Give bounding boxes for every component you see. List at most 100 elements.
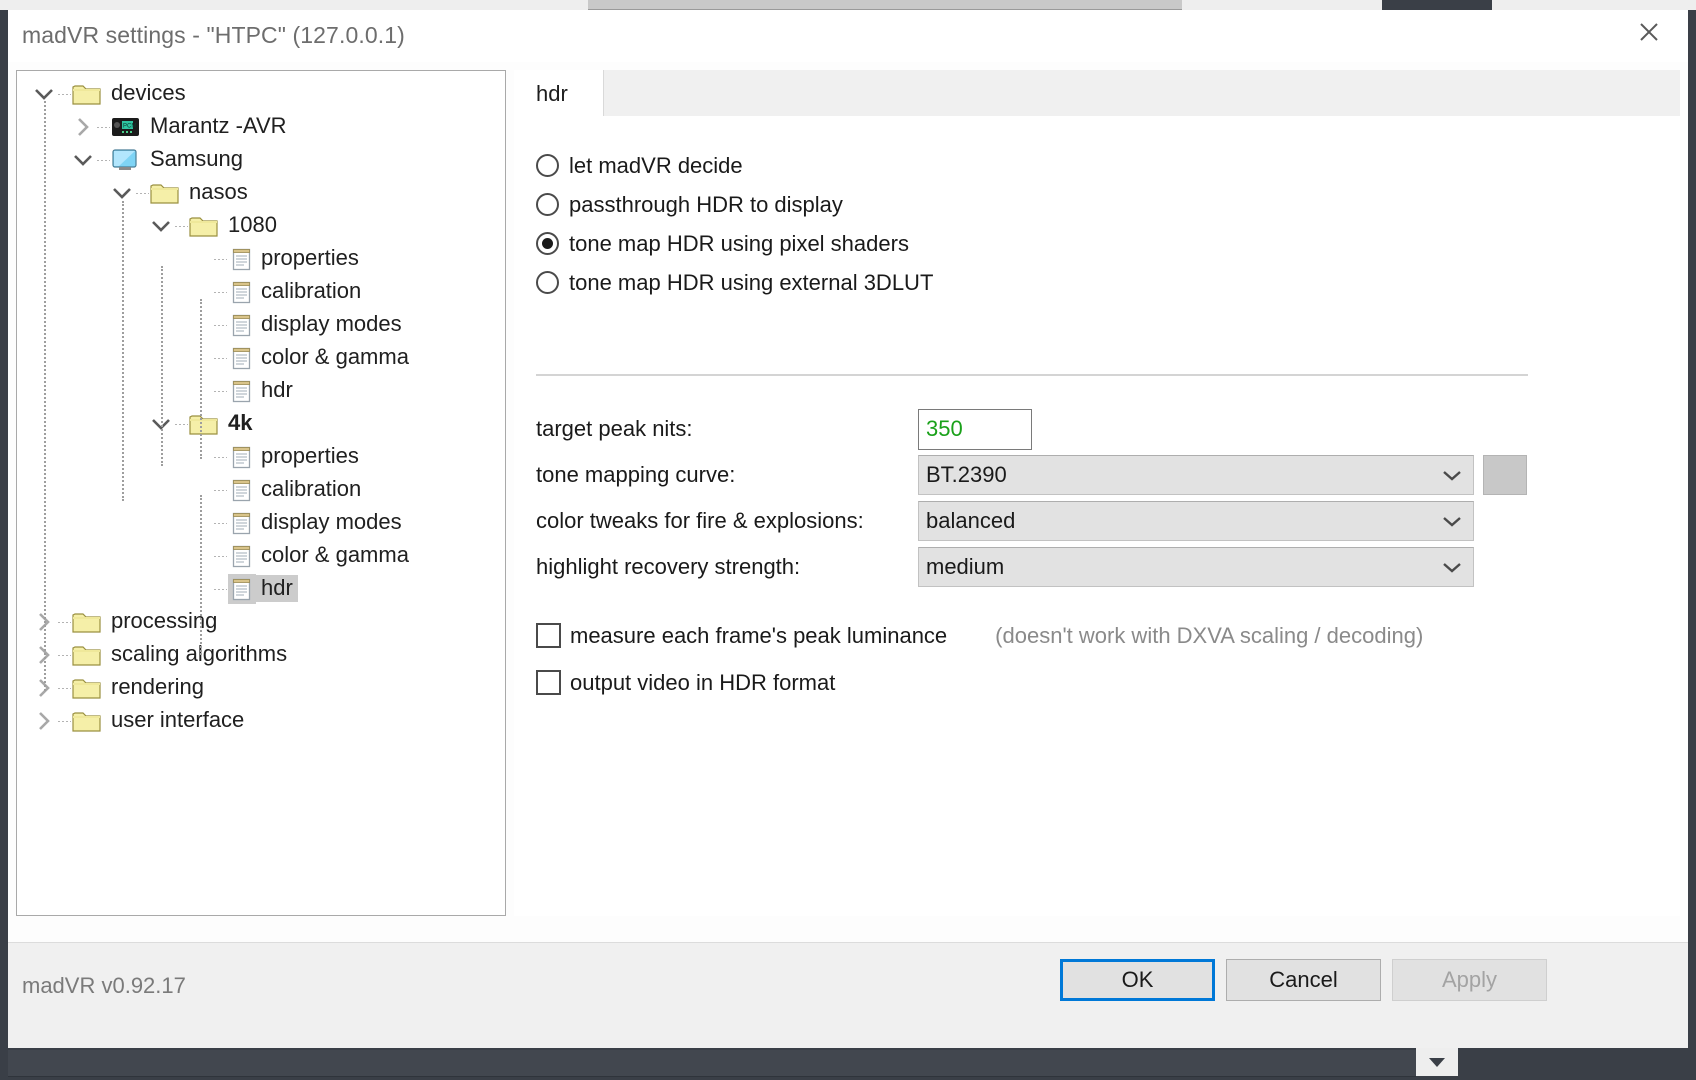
tree-item-processing[interactable]: processing (17, 605, 505, 638)
checkbox-row-0[interactable]: measure each frame's peak luminance (does… (536, 612, 1423, 659)
tree-item-color-gamma[interactable]: color & gamma (17, 539, 505, 572)
tree-item-hdr[interactable]: hdr (17, 374, 505, 407)
tv-display-icon (111, 147, 141, 173)
folder-icon (189, 214, 219, 238)
folder-icon (72, 610, 102, 634)
tree-connector-dots (57, 93, 71, 95)
tree-item-label: user interface (106, 707, 249, 734)
tree-connector-dots (57, 720, 71, 722)
hdr-form: target peak nits: 350 tone mapping curve… (536, 406, 1546, 590)
tree-connector-dots (213, 456, 227, 458)
tree-item-4k[interactable]: 4k (17, 407, 505, 440)
svg-text:PCM: PCM (123, 123, 136, 129)
checkbox-row-1[interactable]: output video in HDR format (536, 659, 1423, 706)
tone-mapping-curve-select[interactable]: BT.2390 (918, 455, 1474, 495)
tree-item-label: calibration (256, 278, 366, 305)
tree-item-devices[interactable]: devices (17, 77, 505, 110)
tree-item-label: display modes (256, 509, 407, 536)
scrollbar-track[interactable] (8, 1050, 1416, 1077)
scroll-down-icon[interactable] (1416, 1048, 1458, 1076)
tree-item-label: properties (256, 245, 364, 272)
tree-item-label: hdr (256, 377, 298, 404)
tree-guide-line (161, 266, 163, 466)
label-color-tweaks: color tweaks for fire & explosions: (536, 508, 918, 534)
apply-button[interactable]: Apply (1392, 959, 1547, 1001)
tree-item-label: calibration (256, 476, 366, 503)
chevron-right-icon[interactable] (70, 114, 96, 140)
tree-item-label: processing (106, 608, 222, 635)
label-tone-mapping-curve: tone mapping curve: (536, 462, 918, 488)
tree-item-label: color & gamma (256, 542, 414, 569)
tree-item-color-gamma[interactable]: color & gamma (17, 341, 505, 374)
background-left-edge (0, 10, 8, 1050)
tree-item-user-interface[interactable]: user interface (17, 704, 505, 737)
checkbox-label: output video in HDR format (570, 670, 835, 696)
highlight-recovery-select[interactable]: medium (918, 547, 1474, 587)
tree-item-nasos[interactable]: nasos (17, 176, 505, 209)
folder-icon (72, 643, 102, 667)
chevron-down-icon[interactable] (148, 213, 174, 239)
bottom-scrollbar-area (0, 1048, 1696, 1080)
bg-segment-b (588, 0, 1182, 10)
settings-tree[interactable]: devicesPCMMarantz -AVRSamsungnasos1080 pr… (17, 71, 505, 737)
bottom-right-filler (1466, 1048, 1696, 1080)
radio-indicator[interactable] (536, 193, 559, 216)
checkbox-hint: (doesn't work with DXVA scaling / decodi… (995, 623, 1423, 649)
tree-item-calibration[interactable]: calibration (17, 473, 505, 506)
hdr-mode-radio-group[interactable]: let madVR decide passthrough HDR to displ… (536, 146, 933, 302)
tone-mapping-curve-value: BT.2390 (926, 462, 1007, 488)
tree-connector-dots (213, 291, 227, 293)
color-tweaks-select[interactable]: balanced (918, 501, 1474, 541)
folder-icon (72, 709, 102, 733)
radio-option-2[interactable]: tone map HDR using pixel shaders (536, 224, 933, 263)
ok-button[interactable]: OK (1060, 959, 1215, 1001)
tree-connector-dots (174, 225, 188, 227)
cancel-button[interactable]: Cancel (1226, 959, 1381, 1001)
dialog-body: devicesPCMMarantz -AVRSamsungnasos1080 pr… (8, 62, 1688, 942)
checkbox-label: measure each frame's peak luminance (570, 623, 947, 649)
avr-device-icon: PCM (111, 114, 141, 140)
tree-item-calibration[interactable]: calibration (17, 275, 505, 308)
tree-item-display-modes[interactable]: display modes (17, 506, 505, 539)
tone-mapping-curve-extra-button[interactable] (1483, 455, 1527, 495)
tree-item-display-modes[interactable]: display modes (17, 308, 505, 341)
radio-option-0[interactable]: let madVR decide (536, 146, 933, 185)
radio-indicator[interactable] (536, 232, 559, 255)
background-top-strip (0, 0, 1696, 10)
settings-content-panel: hdr let madVR decide passthrough HDR to d… (514, 70, 1680, 916)
tree-item-marantz-avr[interactable]: PCMMarantz -AVR (17, 110, 505, 143)
chevron-down-icon[interactable] (70, 147, 96, 173)
hdr-checkbox-group[interactable]: measure each frame's peak luminance (does… (536, 612, 1423, 706)
radio-option-1[interactable]: passthrough HDR to display (536, 185, 933, 224)
close-icon[interactable] (1618, 10, 1680, 54)
chevron-right-icon[interactable] (31, 708, 57, 734)
tree-item-rendering[interactable]: rendering (17, 671, 505, 704)
radio-label: let madVR decide (569, 153, 743, 179)
settings-tree-panel[interactable]: devicesPCMMarantz -AVRSamsungnasos1080 pr… (16, 70, 506, 916)
tree-guide-line (200, 299, 202, 459)
row-highlight-recovery: highlight recovery strength: medium (536, 544, 1546, 590)
label-target-peak-nits: target peak nits: (536, 416, 918, 442)
section-divider (536, 374, 1528, 376)
tab-hdr[interactable]: hdr (514, 70, 604, 117)
tree-item-properties[interactable]: properties (17, 440, 505, 473)
tree-item-1080[interactable]: 1080 (17, 209, 505, 242)
radio-indicator[interactable] (536, 154, 559, 177)
checkbox-indicator[interactable] (536, 670, 561, 695)
window-title: madVR settings - "HTPC" (127.0.0.1) (22, 22, 405, 49)
tree-connector-dots (213, 522, 227, 524)
radio-indicator[interactable] (536, 271, 559, 294)
tree-item-label: display modes (256, 311, 407, 338)
color-tweaks-value: balanced (926, 508, 1015, 534)
radio-option-3[interactable]: tone map HDR using external 3DLUT (536, 263, 933, 302)
tree-item-samsung[interactable]: Samsung (17, 143, 505, 176)
radio-label: tone map HDR using pixel shaders (569, 231, 909, 257)
checkbox-indicator[interactable] (536, 623, 561, 648)
tree-item-hdr[interactable]: hdr (17, 572, 505, 605)
tree-item-scaling-algorithms[interactable]: scaling algorithms (17, 638, 505, 671)
tree-item-properties[interactable]: properties (17, 242, 505, 275)
folder-icon (72, 82, 102, 106)
target-peak-nits-input[interactable]: 350 (918, 409, 1032, 450)
row-color-tweaks: color tweaks for fire & explosions: bala… (536, 498, 1546, 544)
document-icon (228, 541, 256, 571)
